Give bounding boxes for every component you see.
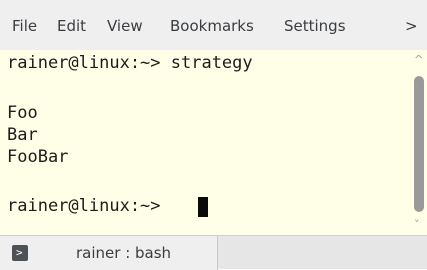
konsole-window: File Edit View Bookmarks Settings > rain…	[0, 0, 427, 270]
chevron-down-icon[interactable]: ˅	[414, 219, 420, 231]
terminal-prompt: rainer@linux:~>	[7, 196, 171, 216]
menu-overflow-button[interactable]: >	[405, 16, 418, 36]
terminal-line: Bar	[7, 125, 38, 145]
menu-bookmarks[interactable]: Bookmarks	[170, 16, 254, 36]
terminal-line: Foo	[7, 103, 38, 123]
terminal-output[interactable]: rainer@linux:~> strategy Foo Bar FooBar …	[0, 50, 411, 235]
menu-bar: File Edit View Bookmarks Settings >	[0, 0, 427, 50]
text-cursor	[198, 197, 208, 217]
tab-rainer-bash[interactable]: > rainer : bash	[0, 236, 218, 270]
menu-settings[interactable]: Settings	[284, 16, 346, 36]
chevron-up-icon[interactable]: ^	[414, 54, 423, 66]
menu-edit[interactable]: Edit	[57, 16, 86, 36]
menu-file[interactable]: File	[12, 16, 37, 36]
menu-view[interactable]: View	[107, 16, 143, 36]
terminal-icon: >	[12, 245, 28, 261]
terminal-line: FooBar	[7, 147, 69, 167]
terminal-line: rainer@linux:~> strategy	[7, 53, 253, 73]
tab-label: rainer : bash	[76, 244, 172, 262]
tab-bar: > rainer : bash	[0, 235, 427, 270]
scrollbar-thumb[interactable]	[414, 76, 424, 212]
